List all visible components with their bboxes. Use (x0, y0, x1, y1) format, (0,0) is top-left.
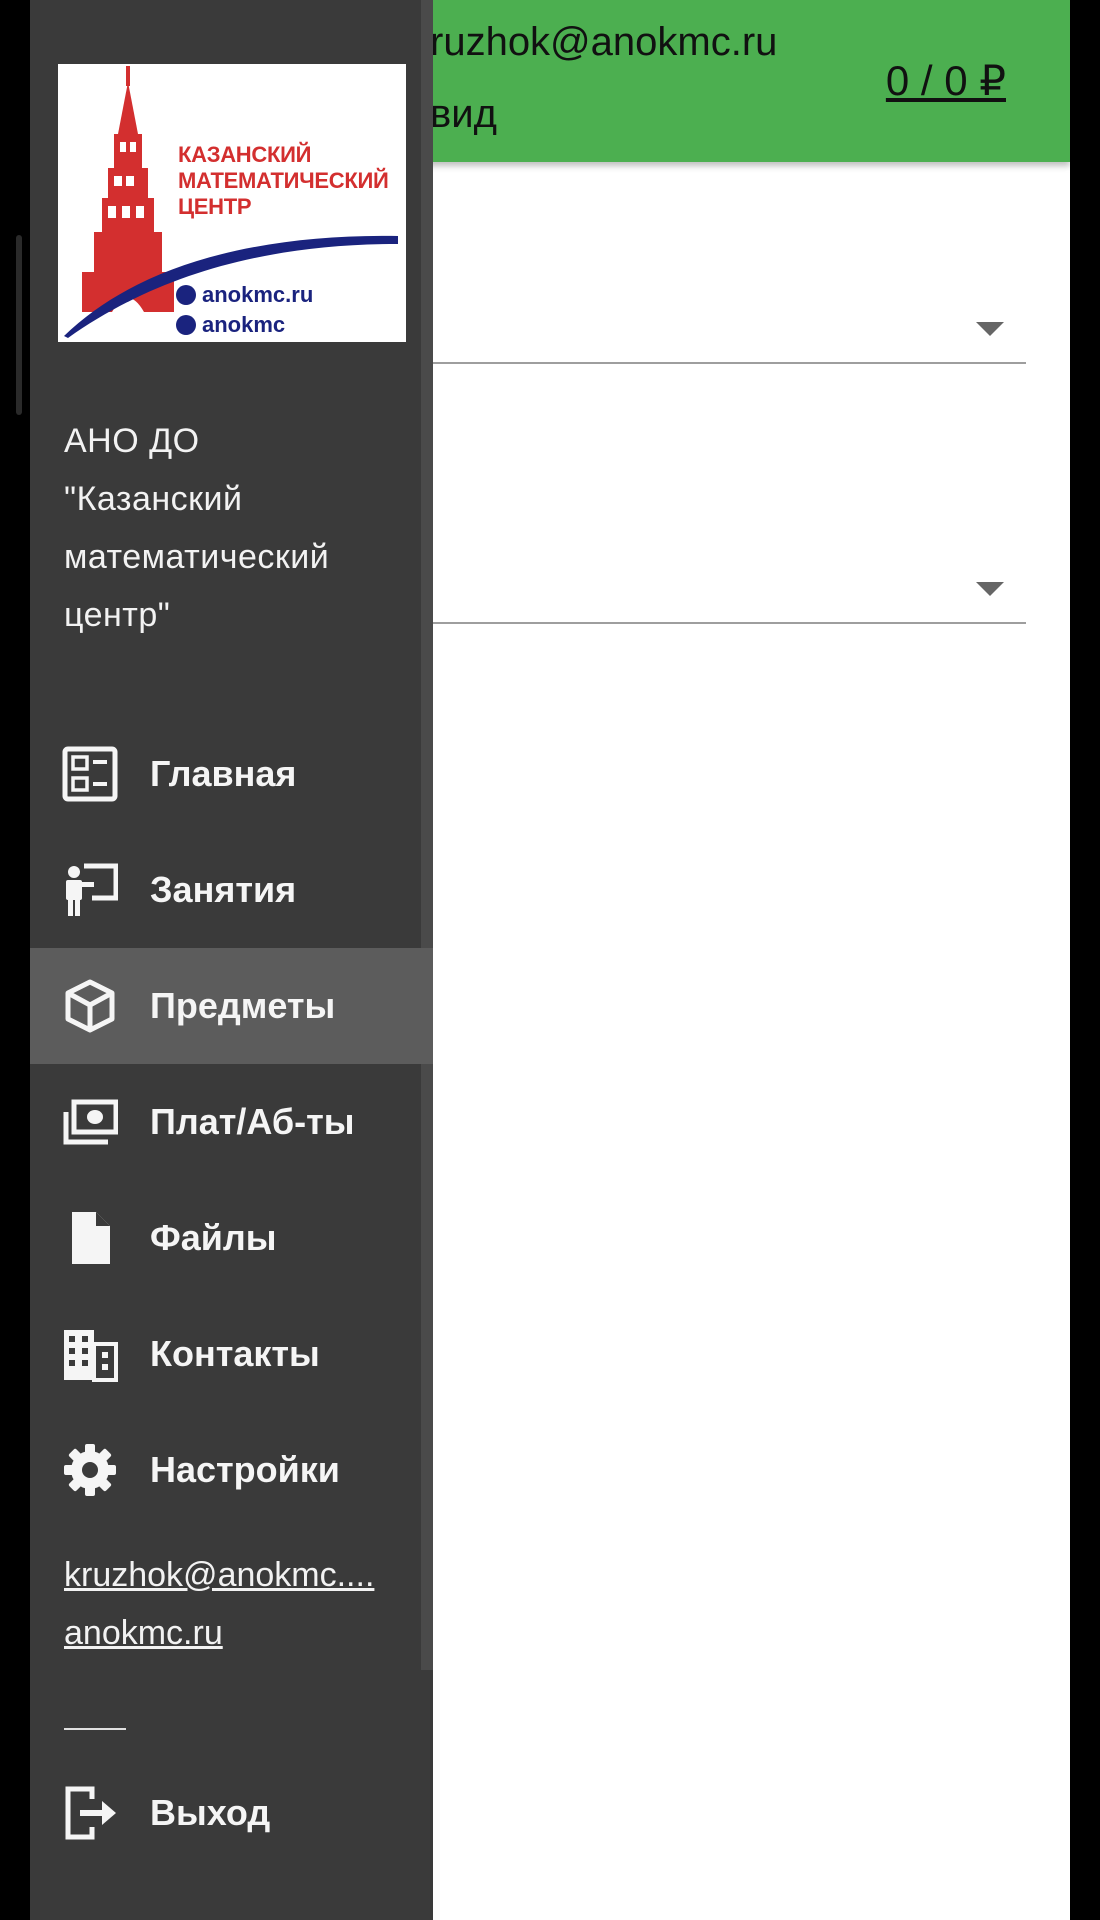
nav-label: Главная (150, 753, 297, 794)
edge-scroll-indicator (16, 235, 22, 415)
cube-icon (65, 979, 115, 1033)
org-name-line: математический (64, 538, 330, 576)
nav-item-subjects[interactable]: Предметы (30, 948, 433, 1064)
logout-label: Выход (150, 1792, 271, 1833)
nav-item-files[interactable]: Файлы (30, 1180, 433, 1296)
nav-item-settings[interactable]: Настройки (30, 1412, 433, 1528)
vk-icon (176, 315, 196, 335)
navigation-drawer: КАЗАНСКИЙ МАТЕМАТИЧЕСКИЙ ЦЕНТР anokmc.ru… (30, 0, 433, 1920)
topbar-email: ruzhok@anokmc.ru (430, 20, 778, 64)
gear-icon (64, 1444, 116, 1496)
logo-title-line: МАТЕМАТИЧЕСКИЙ (178, 168, 389, 193)
drawer-site-link[interactable]: anokmc.ru (64, 1614, 223, 1653)
select-field-2[interactable] (430, 560, 1026, 624)
organization-name: АНО ДО "Казанский математический центр" (64, 412, 404, 644)
drawer-email-link[interactable]: kruzhok@anokmc.... (64, 1556, 374, 1595)
org-name-line: АНО ДО (64, 422, 200, 460)
logo-vk: anokmc (176, 312, 285, 338)
organization-logo: КАЗАНСКИЙ МАТЕМАТИЧЕСКИЙ ЦЕНТР anokmc.ru… (58, 64, 406, 342)
logout-button[interactable]: Выход (30, 1755, 433, 1871)
nav-label: Контакты (150, 1333, 320, 1374)
logo-vk-text: anokmc (202, 312, 286, 337)
building-icon (64, 1330, 118, 1382)
nav-label: Предметы (150, 985, 336, 1026)
org-name-line: центр" (64, 596, 171, 634)
teacher-icon (66, 863, 118, 916)
globe-icon (176, 285, 196, 305)
file-icon (72, 1212, 110, 1264)
nav-item-lessons[interactable]: Занятия (30, 832, 433, 948)
balance-link[interactable]: 0 / 0 ₽ (886, 56, 1006, 105)
org-name-line: "Казанский (64, 480, 243, 518)
nav-label: Плат/Аб-ты (150, 1101, 355, 1142)
screen: ruzhok@anokmc.ru вид 0 / 0 ₽ КАЗАНСКИЙ М… (0, 0, 1100, 1920)
nav-item-payments[interactable]: Плат/Аб-ты (30, 1064, 433, 1180)
logout-icon (65, 1786, 116, 1840)
topbar-subtitle: вид (430, 92, 497, 136)
logo-website-text: anokmc.ru (202, 282, 314, 307)
nav-item-contacts[interactable]: Контакты (30, 1296, 433, 1412)
nav-label: Настройки (150, 1449, 340, 1490)
dashboard-icon (62, 746, 118, 802)
logo-title-line: ЦЕНТР (178, 194, 252, 219)
nav-label: Файлы (150, 1217, 277, 1258)
logo-website: anokmc.ru (176, 282, 313, 308)
divider (64, 1728, 126, 1730)
nav-item-home[interactable]: Главная (30, 716, 433, 832)
nav-menu: Главная Занятия Предметы Плат/Аб-ты Файл… (30, 716, 433, 1528)
dropdown-arrow-icon (976, 582, 1004, 596)
logo-title-line: КАЗАНСКИЙ (178, 142, 312, 167)
dropdown-arrow-icon (976, 322, 1004, 336)
select-field-1[interactable] (430, 300, 1026, 364)
payments-icon (63, 1099, 118, 1145)
nav-label: Занятия (150, 869, 297, 910)
